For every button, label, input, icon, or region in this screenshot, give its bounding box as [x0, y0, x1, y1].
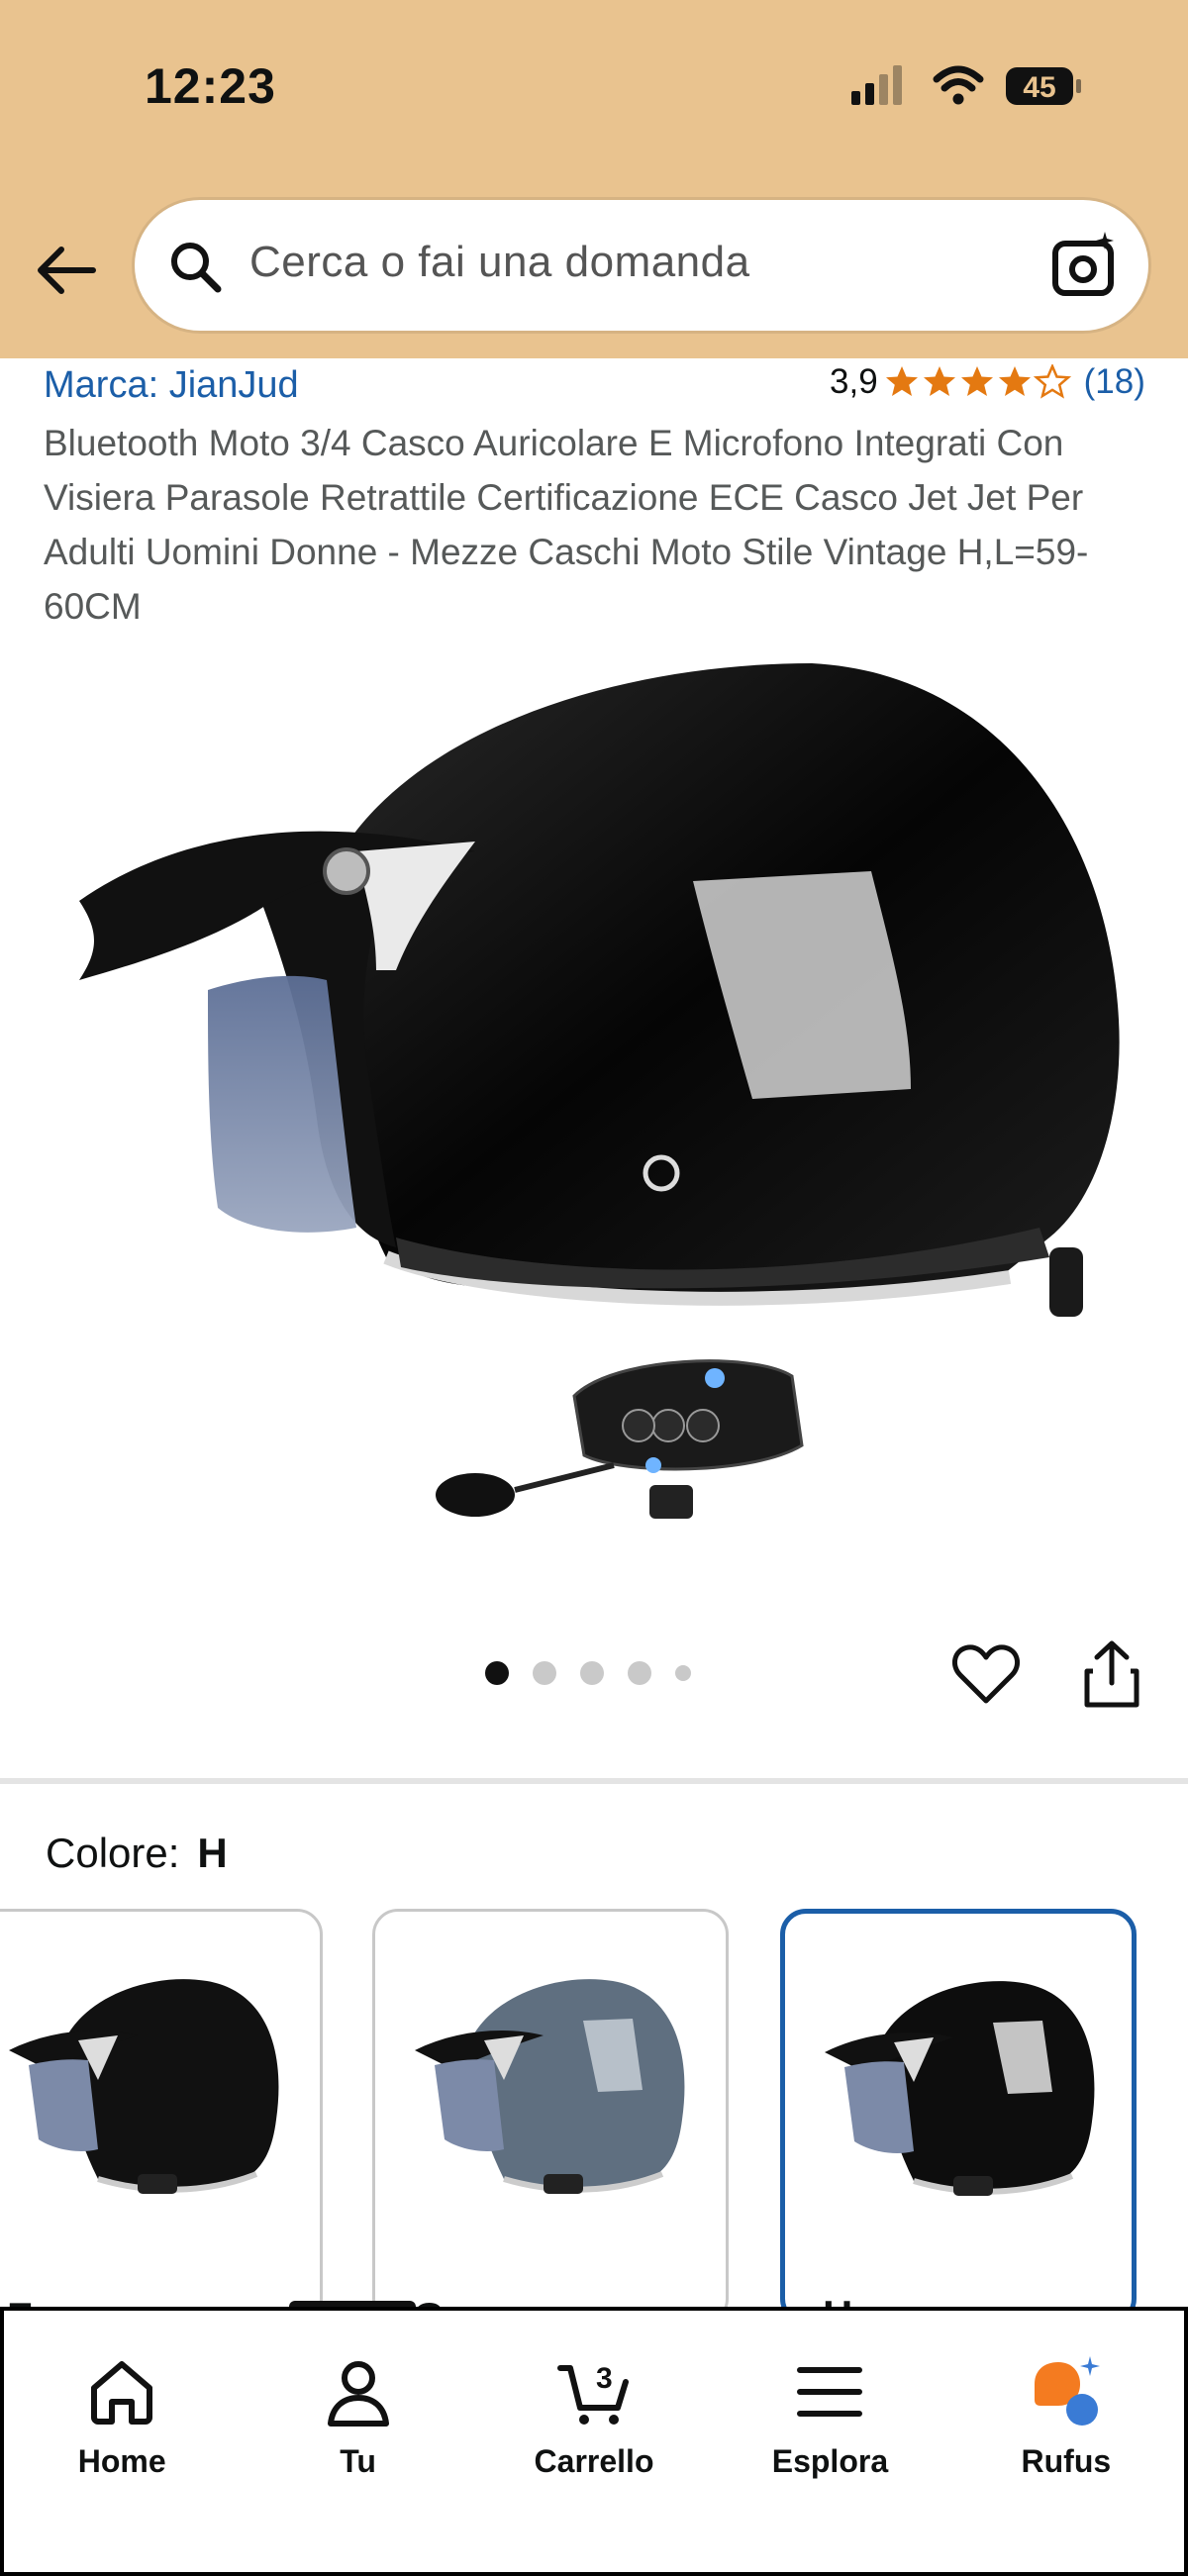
back-arrow-icon — [38, 247, 96, 294]
rufus-icon — [1034, 2356, 1100, 2426]
signal-icon — [851, 65, 902, 105]
search-input[interactable]: Cerca o fai una domanda — [249, 238, 750, 287]
pagination-dot[interactable] — [628, 1661, 651, 1685]
battery-level: 45 — [1023, 71, 1055, 104]
nav-label: Esplora — [771, 2443, 889, 2479]
brand-link[interactable]: Marca: JianJud — [44, 364, 299, 407]
product-title: Bluetooth Moto 3/4 Casco Auricolare E Mi… — [44, 423, 1089, 627]
color-selector-label: Colore: H — [46, 1830, 228, 1877]
color-swatch-g[interactable]: G — [372, 1909, 729, 2325]
nav-label: Carrello — [534, 2443, 654, 2479]
back-button[interactable] — [28, 226, 105, 315]
nav-item-explore[interactable]: Esplora — [712, 2311, 947, 2572]
menu-icon — [797, 2367, 863, 2417]
star-icon — [923, 366, 955, 396]
star-icon — [1033, 364, 1071, 399]
color-selected-value: H — [197, 1830, 228, 1876]
home-icon — [91, 2361, 153, 2425]
bottom-nav: Home Tu 3 Carrello Esplora Rufus — [0, 2307, 1188, 2576]
battery-icon: 45 — [1006, 67, 1081, 105]
pagination-dot[interactable] — [533, 1661, 556, 1685]
header-bar: 12:23 45 Cerca o fai una domanda — [0, 0, 1188, 358]
color-swatch-f[interactable]: F — [0, 1909, 323, 2325]
pagination-dot[interactable] — [675, 1665, 691, 1681]
nav-label: Rufus — [1021, 2443, 1112, 2479]
product-image[interactable] — [59, 644, 1129, 1584]
image-pagination — [485, 1661, 715, 1685]
stars-icon — [885, 364, 1071, 399]
nav-item-you[interactable]: Tu — [240, 2311, 475, 2572]
pagination-dot[interactable] — [485, 1661, 509, 1685]
cart-badge: 3 — [596, 2362, 613, 2395]
rating-stars — [884, 364, 1074, 400]
nav-item-home[interactable]: Home — [4, 2311, 240, 2572]
wifi-icon — [933, 65, 984, 105]
user-icon — [327, 2361, 389, 2427]
helmet-thumbnail-icon — [825, 1981, 1095, 2196]
nav-item-cart[interactable]: 3 Carrello — [476, 2311, 712, 2572]
helmet-thumbnail-icon — [9, 1979, 279, 2194]
nav-label: Home — [77, 2443, 166, 2479]
search-icon — [171, 243, 222, 293]
color-label: Colore: — [46, 1830, 180, 1876]
star-icon — [998, 366, 1031, 396]
cart-icon: 3 — [557, 2362, 630, 2425]
status-icons: 45 — [851, 61, 1089, 111]
rating-value: 3,9 — [830, 362, 878, 401]
star-icon — [885, 366, 918, 396]
share-icon[interactable] — [1079, 1639, 1144, 1711]
section-divider — [0, 1778, 1188, 1784]
search-bar[interactable]: Cerca o fai una domanda — [135, 200, 1148, 331]
rating-count[interactable]: (18) — [1084, 362, 1145, 402]
camera-search-icon[interactable] — [1049, 230, 1121, 301]
color-swatch-h[interactable]: H — [780, 1909, 1137, 2325]
nav-label: Tu — [340, 2443, 376, 2479]
pagination-dot[interactable] — [580, 1661, 604, 1685]
heart-icon[interactable] — [950, 1639, 1022, 1711]
rating-summary[interactable]: 3,9 (18) — [830, 362, 1145, 402]
star-icon — [960, 366, 993, 396]
helmet-thumbnail-icon — [415, 1979, 685, 2194]
status-time: 12:23 — [145, 58, 276, 114]
nav-item-rufus[interactable]: Rufus — [948, 2311, 1184, 2572]
